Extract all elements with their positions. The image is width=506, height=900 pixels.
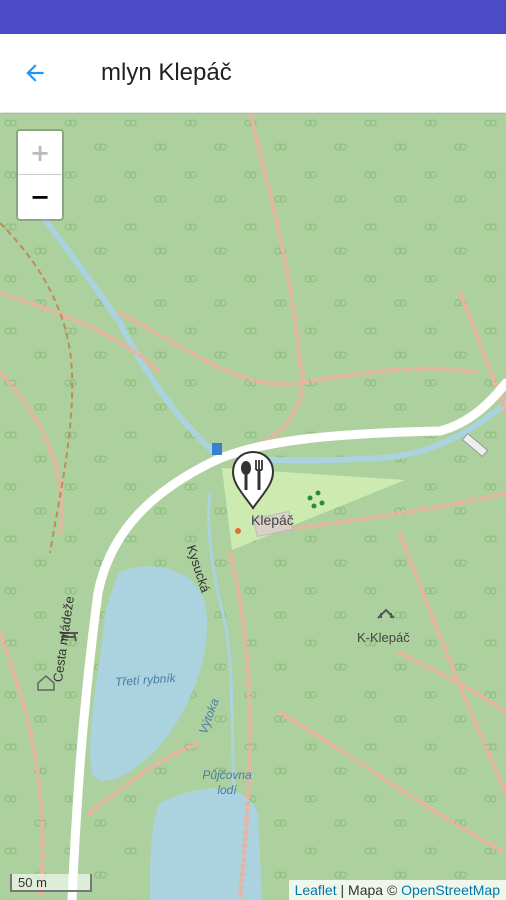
arrow-back-icon xyxy=(26,64,44,82)
location-marker[interactable] xyxy=(229,448,277,510)
page-title: mlyn Klepáč xyxy=(101,59,232,86)
back-button[interactable] xyxy=(0,34,70,112)
poi-label-k-klepac: K-Klepáč xyxy=(357,630,410,645)
zoom-out-button[interactable]: − xyxy=(18,175,62,218)
status-bar xyxy=(0,0,506,34)
scale-bar: 50 m xyxy=(10,874,92,892)
zoom-in-button[interactable]: + xyxy=(18,131,62,175)
attribution-text: | Mapa © xyxy=(336,882,402,898)
osm-link[interactable]: OpenStreetMap xyxy=(401,882,500,898)
zoom-control: + − xyxy=(16,129,64,221)
app-bar: mlyn Klepáč xyxy=(0,34,506,112)
pond-label-pujcovna-lodi: Půjčovna lodí xyxy=(202,768,252,797)
map-attribution: Leaflet | Mapa © OpenStreetMap xyxy=(288,880,506,900)
map-view[interactable]: Cesta mládeže Kysucká Klepáč K-Klepáč Tř… xyxy=(0,113,506,900)
poi-label-klepac: Klepáč xyxy=(251,512,294,528)
restaurant-icon xyxy=(231,450,275,510)
leaflet-link[interactable]: Leaflet xyxy=(295,882,337,898)
